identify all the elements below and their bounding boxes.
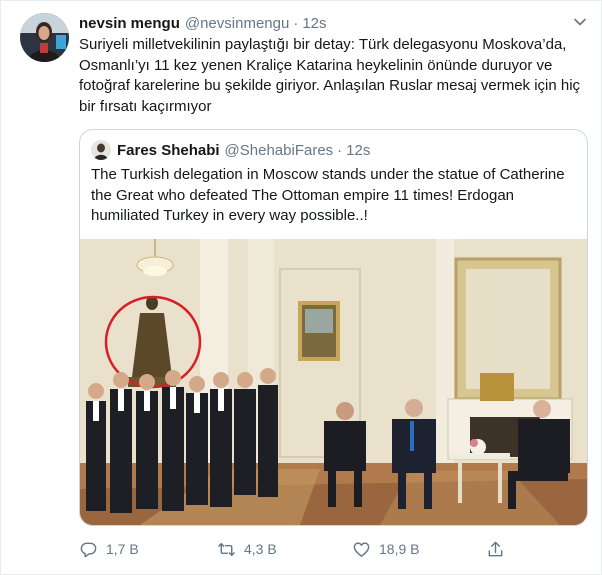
retweet-button[interactable]: 4,3 B [217, 537, 277, 561]
quoted-tweet[interactable]: Fares Shehabi @ShehabiFares · 12s The Tu… [79, 129, 588, 526]
chevron-down-icon[interactable] [572, 14, 588, 30]
quoted-author-name: Fares Shehabi [117, 141, 220, 159]
author-handle[interactable]: @nevsinmengu [185, 15, 289, 32]
reply-button[interactable]: 1,7 B [79, 537, 139, 561]
like-count: 18,9 B [379, 541, 420, 557]
quoted-author-avatar [91, 140, 111, 160]
author-avatar[interactable] [20, 13, 69, 62]
retweet-count: 4,3 B [244, 541, 277, 557]
separator-dot: · [293, 14, 299, 32]
quoted-tweet-text: The Turkish delegation in Moscow stands … [91, 166, 565, 224]
quoted-tweet-header: Fares Shehabi @ShehabiFares · 12s [91, 139, 370, 161]
tweet-text: Suriyeli milletvekilinin paylaştığı bir … [79, 36, 581, 115]
share-button[interactable] [486, 537, 513, 561]
separator-dot: · [337, 141, 343, 159]
quoted-author-handle: @ShehabiFares [224, 141, 334, 159]
tweet-header: nevsin mengu @nevsinmengu · 12s [79, 12, 327, 34]
tweet-time[interactable]: 12s [302, 15, 326, 32]
reply-icon [80, 542, 97, 557]
retweet-icon [218, 542, 235, 556]
tweet-actions: 1,7 B 4,3 B 18,9 B [79, 537, 519, 561]
delegation-group [86, 368, 278, 513]
share-icon [488, 541, 503, 556]
reply-count: 1,7 B [106, 541, 139, 557]
like-button[interactable]: 18,9 B [352, 537, 419, 561]
author-name[interactable]: nevsin mengu [79, 15, 180, 32]
tweet-card[interactable]: nevsin mengu @nevsinmengu · 12s Suriyeli… [0, 0, 602, 575]
quoted-tweet-photo[interactable] [80, 239, 587, 525]
quoted-tweet-time: 12s [346, 141, 371, 159]
heart-icon [353, 541, 370, 557]
